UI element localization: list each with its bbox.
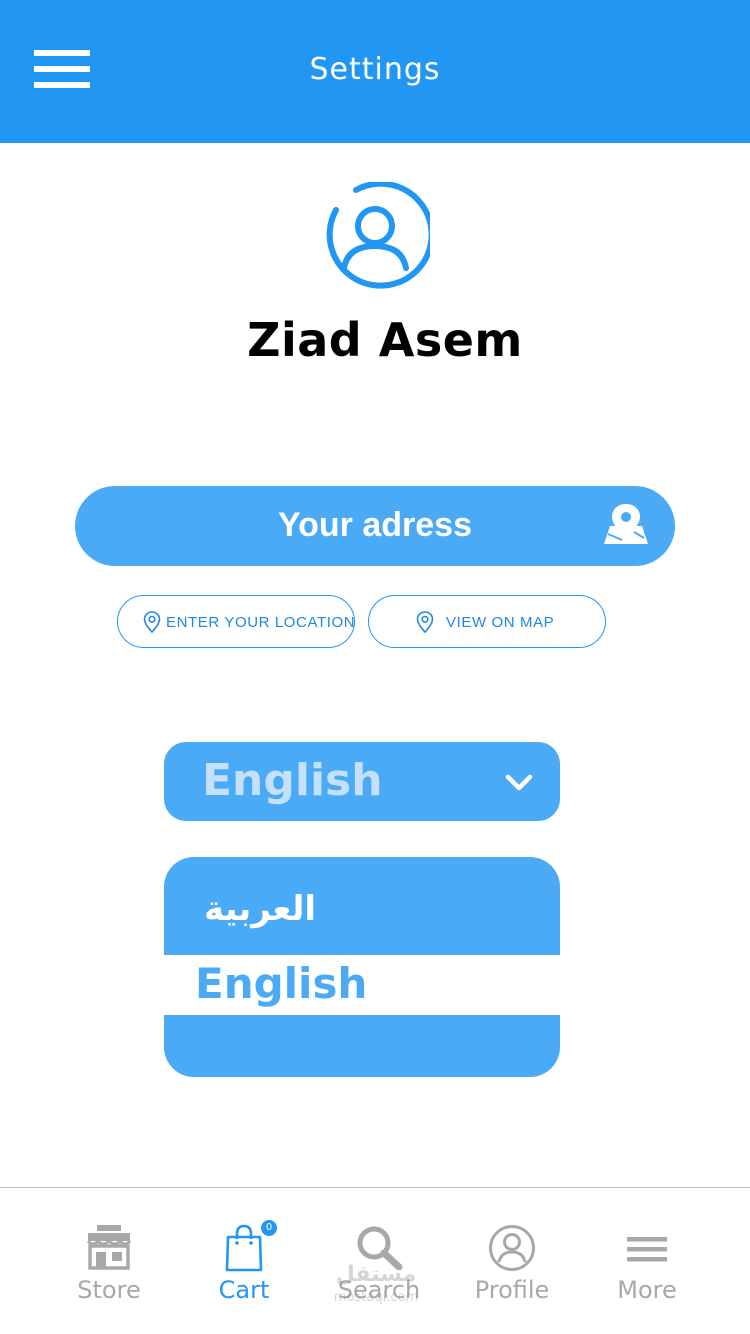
bottom-tab-bar: Store 0 Cart Search Profile More: [0, 1187, 750, 1334]
cart-badge: 0: [261, 1220, 277, 1236]
menu-icon: [627, 1237, 667, 1262]
language-option-english[interactable]: English: [164, 955, 560, 1015]
tab-more[interactable]: More: [582, 1188, 712, 1334]
user-name: Ziad Asem: [247, 313, 523, 367]
map-pin-icon: [604, 504, 648, 544]
tab-label: More: [617, 1276, 677, 1304]
language-select-value: English: [202, 755, 383, 806]
enter-location-button[interactable]: ENTER YOUR LOCATION: [117, 595, 355, 648]
app-header: Settings: [0, 0, 750, 143]
tab-profile[interactable]: Profile: [447, 1188, 577, 1334]
watermark-logo: مستقل mostaql.com: [328, 1262, 424, 1308]
location-pin-icon: [416, 611, 434, 633]
chevron-down-icon: [505, 774, 533, 791]
tab-search[interactable]: Search: [314, 1188, 444, 1334]
address-button[interactable]: Your adress: [75, 486, 675, 566]
language-select[interactable]: English: [164, 742, 560, 821]
tab-label: Profile: [474, 1276, 550, 1304]
tab-label: Store: [77, 1276, 141, 1304]
tab-cart[interactable]: 0 Cart: [179, 1188, 309, 1334]
store-icon: [86, 1225, 132, 1270]
address-label: Your adress: [277, 506, 472, 544]
language-option-arabic[interactable]: العربية: [164, 857, 560, 955]
view-on-map-button[interactable]: VIEW ON MAP: [368, 595, 606, 648]
language-options-list: العربية English: [164, 857, 560, 1077]
language-option-label: العربية: [204, 889, 317, 929]
tab-label: Cart: [218, 1276, 270, 1304]
user-circle-icon: [489, 1225, 535, 1271]
language-option-label: English: [195, 959, 368, 1008]
page-title: Settings: [309, 52, 441, 87]
location-pin-icon: [143, 611, 161, 633]
enter-location-label: ENTER YOUR LOCATION: [166, 614, 356, 631]
watermark-arabic: مستقل: [335, 1262, 417, 1287]
tab-store[interactable]: Store: [44, 1188, 174, 1334]
user-circle-icon[interactable]: [318, 182, 430, 294]
watermark-latin: mostaql.com: [333, 1290, 419, 1305]
shopping-bag-icon: [225, 1224, 263, 1272]
view-on-map-label: VIEW ON MAP: [446, 614, 555, 631]
